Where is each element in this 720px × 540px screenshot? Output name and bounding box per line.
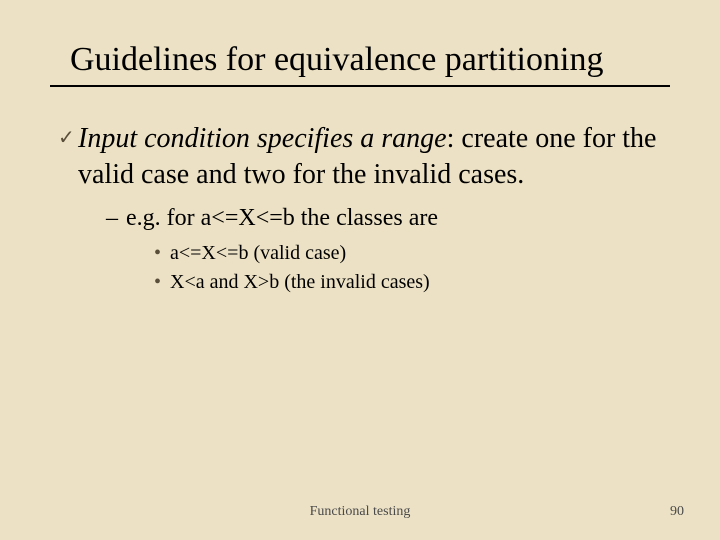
slide-title: Guidelines for equivalence partitioning [50, 40, 670, 79]
slide: Guidelines for equivalence partitioning … [0, 0, 720, 540]
bullet-level-3-text: a<=X<=b (valid case) [170, 240, 346, 267]
footer-center: Functional testing [0, 504, 720, 520]
page-number: 90 [670, 504, 684, 520]
bullet-level-2-text: e.g. for a<=X<=b the classes are [126, 203, 438, 234]
bullet-level-3: • X<a and X>b (the invalid cases) [154, 269, 670, 296]
bullet-level-1: ✓ Input condition specifies a range: cre… [58, 121, 670, 193]
dot-icon: • [154, 269, 170, 296]
dot-icon: • [154, 240, 170, 267]
bullet-level-2: – e.g. for a<=X<=b the classes are [106, 203, 670, 234]
bullet-level-1-text: Input condition specifies a range: creat… [78, 121, 670, 193]
bullet-italic-lead: Input condition specifies a range [78, 123, 447, 154]
dash-icon: – [106, 203, 126, 234]
bullet-level-3-text: X<a and X>b (the invalid cases) [170, 269, 430, 296]
title-rule [50, 85, 670, 87]
slide-body: ✓ Input condition specifies a range: cre… [50, 121, 670, 296]
bullet-level-3: • a<=X<=b (valid case) [154, 240, 670, 267]
check-icon: ✓ [58, 126, 78, 150]
